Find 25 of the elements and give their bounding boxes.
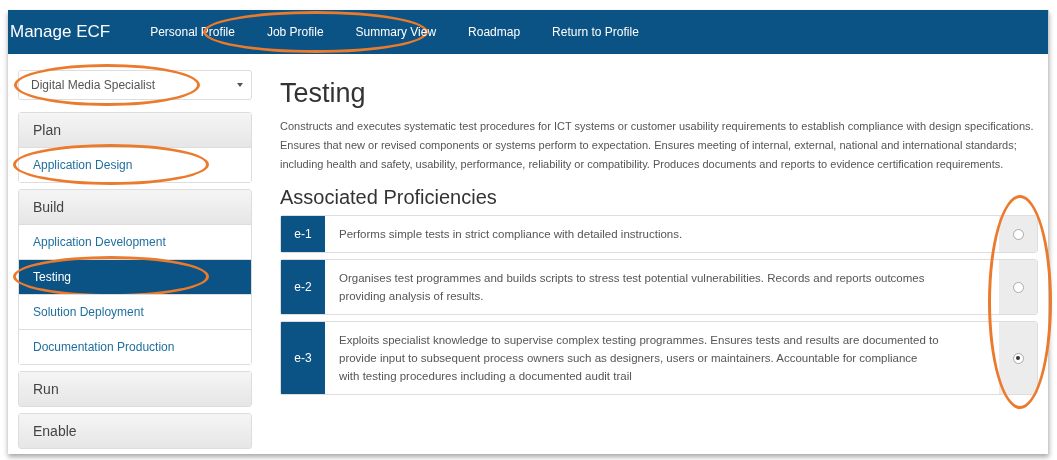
proficiency-text: Exploits specialist knowledge to supervise complex testing programmes. Ensures tests and results are documented to provide input to subsequent process owners such as designers, users or maintainers. Accountable for compliance with testing procedures including a documented audit trail: [338, 333, 940, 384]
description: Constructs and executes systematic test procedures for ICT systems or customer usability requirements to establish compliance with design specifications. Ensures that new or revised components or systems perform to expectation. Ensures meeting of internal, external, national and international standards; including health and safety, usability, performance, reliability or compatibility. Produces documents and reports to evidence certification requirements.: [280, 119, 1035, 172]
group-header[interactable]: Enable: [19, 414, 251, 448]
page-title: Testing: [280, 78, 367, 109]
level-badge: e-3: [281, 322, 325, 394]
level-badge: e-1: [281, 216, 325, 252]
radio-button[interactable]: [1012, 228, 1024, 240]
radio-button[interactable]: [1012, 352, 1024, 364]
group-header[interactable]: Build: [19, 190, 251, 224]
group-header[interactable]: Plan: [19, 113, 251, 147]
role-select[interactable]: Digital Media Specialist: [18, 70, 252, 100]
caret-icon: [237, 83, 243, 87]
sidebar-item[interactable]: Application Design: [19, 147, 251, 182]
proficiency-text: Performs simple tests in strict compliance with detailed instructions.: [338, 227, 684, 242]
group-header[interactable]: Run: [19, 372, 251, 406]
radio-button[interactable]: [1012, 281, 1024, 293]
proficiency-text: Organises test programmes and builds scripts to stress test potential vulnerabilities. Records and reports outcomes providing analysis of results.: [338, 271, 926, 304]
nav-link[interactable]: Job Profile: [252, 21, 338, 43]
nav-link[interactable]: Roadmap: [454, 21, 535, 43]
sidebar-item[interactable]: Testing: [19, 259, 251, 294]
nav-link[interactable]: Return to Profile: [538, 21, 653, 43]
section-title: Associated Proficiencies: [280, 186, 498, 209]
level-badge: e-2: [281, 260, 325, 314]
sidebar-item[interactable]: Documentation Production: [19, 329, 251, 364]
brand-title: Manage ECF: [10, 22, 111, 42]
